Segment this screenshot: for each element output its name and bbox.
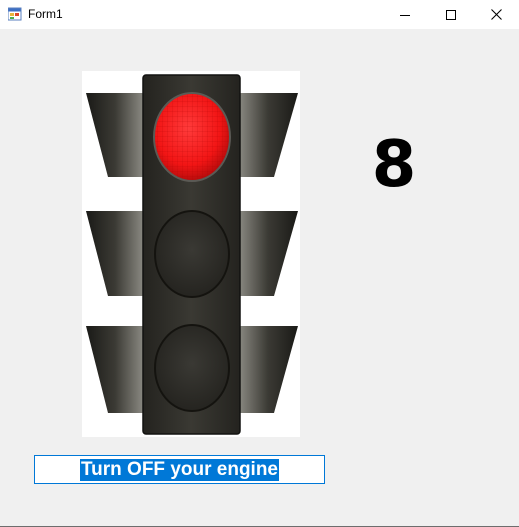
message-text: Turn OFF your engine	[79, 458, 280, 481]
window-title: Form1	[28, 7, 63, 21]
close-button[interactable]	[473, 0, 519, 29]
minimize-button[interactable]	[382, 0, 428, 29]
form-icon	[8, 7, 22, 21]
traffic-light-picture	[82, 71, 300, 437]
close-icon	[490, 9, 502, 20]
green-lamp	[154, 324, 230, 412]
message-textbox[interactable]: Turn OFF your engine	[34, 455, 325, 484]
yellow-lamp	[154, 210, 230, 298]
maximize-button[interactable]	[428, 0, 474, 29]
countdown-label: 8	[371, 128, 417, 202]
title-bar[interactable]: Form1	[0, 0, 519, 29]
maximize-icon	[446, 9, 456, 20]
form-window: Form1 8 Turn OFF your engine	[0, 0, 519, 527]
red-lamp-grid	[155, 94, 229, 180]
minimize-icon	[400, 14, 410, 16]
